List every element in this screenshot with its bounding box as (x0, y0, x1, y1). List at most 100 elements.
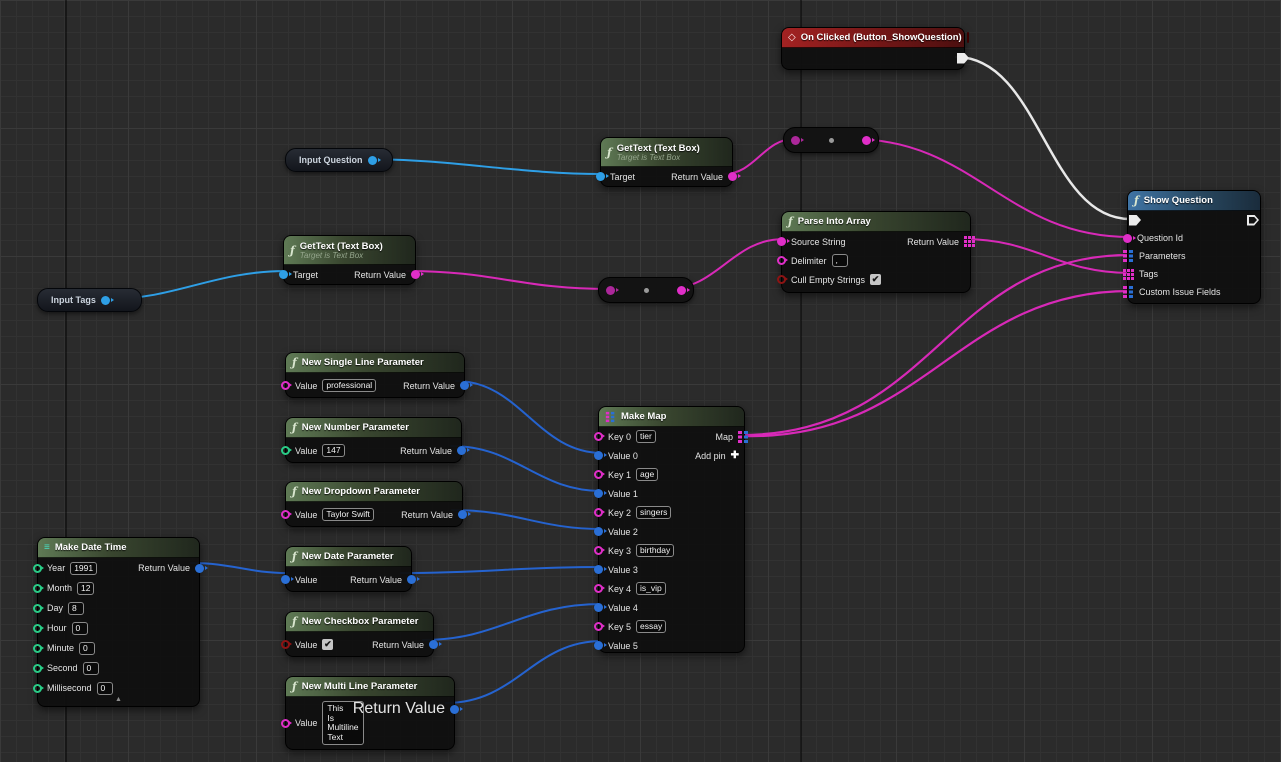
node-new-date-parameter[interactable]: New Date Parameter Value Return Value (285, 546, 412, 592)
value-pin[interactable] (281, 719, 290, 728)
year-input[interactable]: 1991 (70, 562, 97, 575)
day-input[interactable]: 8 (68, 602, 84, 615)
value-checkbox[interactable] (322, 639, 333, 650)
wire-gettext-to-reroute-b[interactable] (407, 271, 609, 289)
target-pin[interactable] (596, 172, 605, 181)
key-5-input[interactable]: essay (636, 620, 666, 633)
key-3-input[interactable]: birthday (636, 544, 674, 557)
variable-output-pin[interactable] (101, 296, 110, 305)
wire-number-to-value1[interactable] (451, 446, 602, 491)
node-new-single-line-parameter[interactable]: New Single Line Parameter Valueprofessio… (285, 352, 465, 398)
node-make-map[interactable]: Make Map Key 0tier Map Value 0 Add pin K… (598, 406, 745, 653)
reroute-knot[interactable] (644, 288, 649, 293)
hour-input[interactable]: 0 (72, 622, 88, 635)
key-3-pin[interactable] (594, 546, 603, 555)
value-pin[interactable] (281, 575, 290, 584)
custom-issue-fields-map-pin[interactable] (1123, 286, 1134, 298)
reroute-in-pin[interactable] (791, 136, 800, 145)
millisecond-input[interactable]: 0 (97, 682, 113, 695)
add-pin-button[interactable] (731, 451, 739, 461)
value-pin[interactable] (281, 381, 290, 390)
exec-in-pin[interactable] (1129, 215, 1141, 226)
return-value-pin[interactable] (457, 446, 466, 455)
wire-inputquestion-to-gettext[interactable] (361, 159, 603, 174)
value-pin[interactable] (281, 640, 290, 649)
key-4-input[interactable]: is_vip (636, 582, 666, 595)
hour-pin[interactable] (33, 624, 42, 633)
minute-pin[interactable] (33, 644, 42, 653)
key-2-input[interactable]: singers (636, 506, 671, 519)
question-id-pin[interactable] (1123, 234, 1132, 243)
collapse-toggle[interactable] (38, 695, 199, 705)
value-input[interactable]: professional (322, 379, 376, 392)
return-value-array-pin[interactable] (964, 236, 975, 247)
source-string-pin[interactable] (777, 237, 786, 246)
key-4-pin[interactable] (594, 584, 603, 593)
value-1-pin[interactable] (594, 489, 603, 498)
node-make-date-time[interactable]: Make Date Time Year1991 Return Value Mon… (37, 537, 200, 707)
return-value-pin[interactable] (411, 270, 420, 279)
cull-empty-strings-pin[interactable] (777, 275, 786, 284)
exec-out-pin[interactable] (1247, 215, 1259, 226)
return-value-pin[interactable] (458, 510, 467, 519)
return-value-pin[interactable] (407, 575, 416, 584)
node-parse-into-array[interactable]: Parse Into Array Source String Return Va… (781, 211, 971, 293)
key-5-pin[interactable] (594, 622, 603, 631)
value-5-pin[interactable] (594, 641, 603, 650)
node-new-multi-line-parameter[interactable]: New Multi Line Parameter ValueThis Is Mu… (285, 676, 455, 750)
key-0-pin[interactable] (594, 432, 603, 441)
wire-checkbox-to-value4[interactable] (423, 604, 602, 640)
reroute-out-pin[interactable] (862, 136, 871, 145)
reroute-in-pin[interactable] (606, 286, 615, 295)
node-new-number-parameter[interactable]: New Number Parameter Value147 Return Val… (285, 417, 462, 463)
variable-node-input-question[interactable]: Input Question (285, 148, 393, 172)
wire-dropdown-to-value2[interactable] (452, 510, 602, 529)
minute-input[interactable]: 0 (79, 642, 95, 655)
node-show-question[interactable]: Show Question Question Id Parameters Tag… (1127, 190, 1261, 304)
wire-singleline-to-value0[interactable] (456, 381, 602, 453)
reroute-out-pin[interactable] (677, 286, 686, 295)
node-on-clicked[interactable]: On Clicked (Button_ShowQuestion) (781, 27, 965, 70)
value-0-pin[interactable] (594, 451, 603, 460)
key-1-input[interactable]: age (636, 468, 658, 481)
second-input[interactable]: 0 (83, 662, 99, 675)
return-value-pin[interactable] (728, 172, 737, 181)
delimiter-pin[interactable] (777, 256, 786, 265)
second-pin[interactable] (33, 664, 42, 673)
wire-exec-onclicked-to-showquestion[interactable] (956, 57, 1130, 219)
delimiter-input[interactable]: , (832, 254, 848, 267)
value-2-pin[interactable] (594, 527, 603, 536)
year-pin[interactable] (33, 564, 42, 573)
month-pin[interactable] (33, 584, 42, 593)
return-value-pin[interactable] (195, 564, 204, 573)
value-input[interactable]: Taylor Swift (322, 508, 373, 521)
variable-node-input-tags[interactable]: Input Tags (37, 288, 142, 312)
wire-multiline-to-value5[interactable] (446, 641, 602, 703)
value-input[interactable]: 147 (322, 444, 344, 457)
wire-dateparam-to-value3[interactable] (401, 567, 602, 573)
tags-array-pin[interactable] (1123, 269, 1134, 280)
node-gettext-tags[interactable]: GetText (Text Box) Target is Text Box Ta… (283, 235, 416, 285)
value-pin[interactable] (281, 510, 290, 519)
reroute-node[interactable] (783, 127, 879, 153)
wire-makemap-to-customissuefields[interactable] (741, 291, 1130, 436)
cull-empty-strings-checkbox[interactable] (870, 274, 881, 285)
key-1-pin[interactable] (594, 470, 603, 479)
key-0-input[interactable]: tier (636, 430, 656, 443)
value-4-pin[interactable] (594, 603, 603, 612)
blueprint-graph-canvas[interactable]: On Clicked (Button_ShowQuestion) Input Q… (0, 0, 1281, 762)
exec-out-pin[interactable] (957, 53, 969, 64)
target-pin[interactable] (279, 270, 288, 279)
parameters-map-pin[interactable] (1123, 250, 1134, 262)
reroute-knot[interactable] (829, 138, 834, 143)
node-new-dropdown-parameter[interactable]: New Dropdown Parameter ValueTaylor Swift… (285, 481, 463, 527)
month-input[interactable]: 12 (77, 582, 94, 595)
return-value-pin[interactable] (450, 705, 459, 714)
key-2-pin[interactable] (594, 508, 603, 517)
day-pin[interactable] (33, 604, 42, 613)
node-gettext-question[interactable]: GetText (Text Box) Target is Text Box Ta… (600, 137, 733, 187)
return-value-pin[interactable] (429, 640, 438, 649)
debug-indicator[interactable] (967, 32, 969, 43)
node-new-checkbox-parameter[interactable]: New Checkbox Parameter Value Return Valu… (285, 611, 434, 657)
map-output-pin[interactable] (738, 431, 749, 443)
